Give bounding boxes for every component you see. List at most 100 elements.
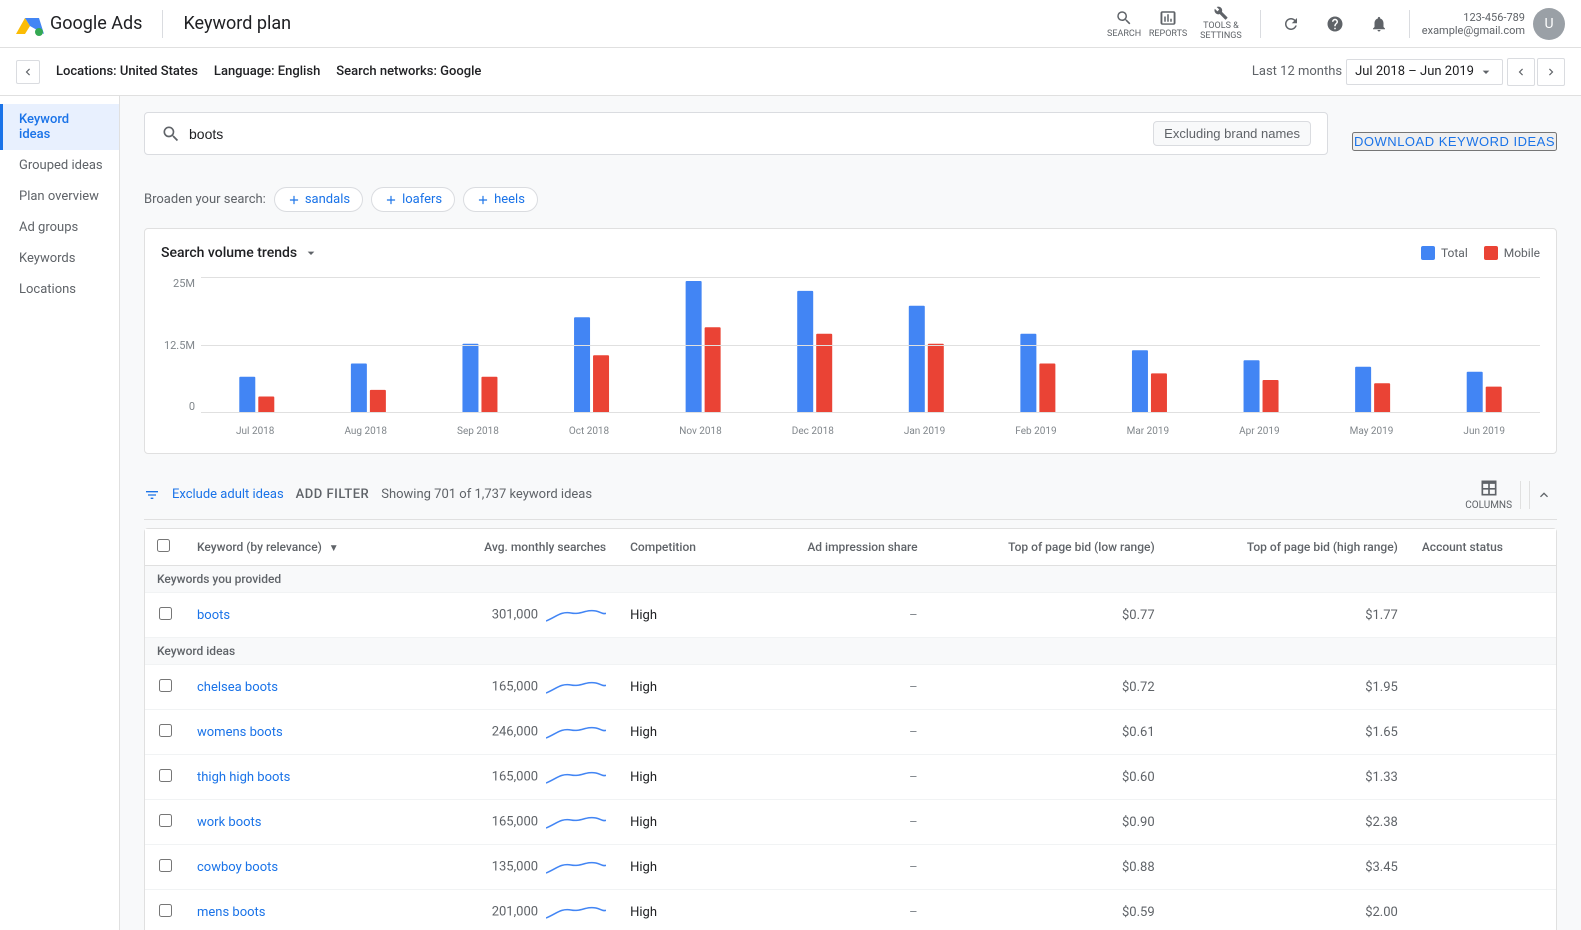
table-section-header: Keyword ideas — [145, 638, 1556, 665]
xaxis-label: May 2019 — [1350, 426, 1394, 437]
language-label: Language: — [214, 64, 275, 79]
brand-filter-button[interactable]: Excluding brand names — [1153, 121, 1311, 146]
low-bid-cell: $0.90 — [930, 800, 1167, 845]
sidebar: Keyword ideas Grouped ideas Plan overvie… — [0, 96, 120, 930]
grid-line-mid — [201, 345, 1540, 346]
broaden-heels-label: heels — [494, 192, 525, 207]
account-section[interactable]: 123-456-789 example@gmail.com U — [1422, 8, 1565, 40]
keyword-cell[interactable]: boots — [197, 608, 230, 623]
keyword-header[interactable]: Keyword (by relevance) ▼ — [185, 529, 415, 566]
searches-cell: 165,000 — [415, 665, 618, 710]
searches-cell: 135,000 — [415, 845, 618, 890]
refresh-button[interactable] — [1273, 6, 1309, 42]
row-checkbox[interactable] — [159, 769, 172, 782]
row-checkbox[interactable] — [159, 679, 172, 692]
table-header-row: Keyword (by relevance) ▼ Avg. monthly se… — [145, 529, 1556, 566]
impression-cell: – — [743, 800, 930, 845]
notifications-button[interactable] — [1361, 6, 1397, 42]
network-value: Google — [440, 64, 481, 79]
showing-count-text: Showing 701 of 1,737 keyword ideas — [381, 487, 592, 502]
row-checkbox[interactable] — [159, 724, 172, 737]
keyword-cell[interactable]: thigh high boots — [197, 770, 290, 785]
table-row: work boots165,000High–$0.90$2.38 — [145, 800, 1556, 845]
keyword-cell[interactable]: chelsea boots — [197, 680, 278, 695]
date-next-button[interactable] — [1537, 58, 1565, 86]
keyword-search-input[interactable] — [189, 126, 1153, 142]
sidebar-toggle-button[interactable] — [16, 60, 40, 84]
keyword-cell[interactable]: work boots — [197, 815, 262, 830]
chart-title-button[interactable]: Search volume trends — [161, 245, 319, 261]
search-icon — [161, 124, 181, 144]
reports-nav-button[interactable]: REPORTS — [1150, 6, 1186, 42]
keyword-cell[interactable]: womens boots — [197, 725, 283, 740]
chart-xaxis: Jul 2018Aug 2018Sep 2018Oct 2018Nov 2018… — [201, 426, 1540, 437]
table-body: Keywords you providedboots301,000High–$0… — [145, 566, 1556, 930]
sort-icon: ▼ — [329, 543, 339, 554]
yaxis-bottom: 0 — [189, 400, 195, 413]
select-all-header[interactable] — [145, 529, 185, 566]
filter-row: Exclude adult ideas ADD FILTER Showing 7… — [144, 470, 1557, 520]
chart-title-text: Search volume trends — [161, 245, 297, 261]
row-checkbox[interactable] — [159, 814, 172, 827]
date-range-button[interactable]: Jul 2018 – Jun 2019 — [1346, 59, 1503, 85]
high-bid-cell: $2.00 — [1167, 890, 1410, 930]
select-all-checkbox[interactable] — [157, 539, 170, 552]
high-bid-cell: $1.77 — [1167, 593, 1410, 638]
impression-cell: – — [743, 665, 930, 710]
chart-plot-area — [201, 277, 1540, 413]
keyword-cell[interactable]: cowboy boots — [197, 860, 278, 875]
impression-cell: – — [743, 593, 930, 638]
language-filter[interactable]: Language: English — [214, 64, 320, 79]
account-avatar[interactable]: U — [1533, 8, 1565, 40]
xaxis-label: Dec 2018 — [792, 426, 834, 437]
broaden-heels-tag[interactable]: heels — [463, 187, 538, 212]
table-section-header: Keywords you provided — [145, 566, 1556, 593]
account-status-header: Account status — [1410, 529, 1556, 566]
searches-cell: 201,000 — [415, 890, 618, 930]
date-label: Last 12 months — [1252, 64, 1342, 79]
account-number: 123-456-789 — [1422, 11, 1525, 24]
table-row: womens boots246,000High–$0.61$1.65 — [145, 710, 1556, 755]
xaxis-label: Sep 2018 — [457, 426, 499, 437]
xaxis-label: Apr 2019 — [1239, 426, 1280, 437]
sidebar-item-locations[interactable]: Locations — [0, 274, 119, 305]
columns-button[interactable]: COLUMNS — [1465, 478, 1512, 511]
sidebar-item-grouped-ideas[interactable]: Grouped ideas — [0, 150, 119, 181]
sidebar-item-plan-overview[interactable]: Plan overview — [0, 181, 119, 212]
add-filter-button[interactable]: ADD FILTER — [296, 487, 370, 502]
network-filter[interactable]: Search networks: Google — [336, 64, 481, 79]
account-status-cell — [1410, 800, 1556, 845]
low-bid-cell: $0.61 — [930, 710, 1167, 755]
date-prev-button[interactable] — [1507, 58, 1535, 86]
row-checkbox[interactable] — [159, 904, 172, 917]
exclude-adult-button[interactable]: Exclude adult ideas — [172, 487, 284, 502]
competition-cell: High — [618, 710, 743, 755]
broaden-loafers-tag[interactable]: loafers — [371, 187, 455, 212]
sidebar-item-keyword-ideas[interactable]: Keyword ideas — [0, 104, 119, 150]
keyword-cell[interactable]: mens boots — [197, 905, 266, 920]
topnav-divider — [162, 10, 163, 38]
account-status-cell — [1410, 755, 1556, 800]
logo[interactable]: Google Ads — [16, 10, 142, 38]
sidebar-item-keywords[interactable]: Keywords — [0, 243, 119, 274]
collapse-chart-button[interactable] — [1529, 481, 1557, 509]
row-checkbox[interactable] — [159, 859, 172, 872]
high-bid-cell: $3.45 — [1167, 845, 1410, 890]
search-nav-button[interactable]: SEARCH — [1106, 6, 1142, 42]
searchbar: Excluding brand names — [144, 112, 1328, 155]
high-bid-cell: $2.38 — [1167, 800, 1410, 845]
tools-nav-label: TOOLS &SETTINGS — [1200, 22, 1242, 42]
row-checkbox[interactable] — [159, 607, 172, 620]
tools-nav-button[interactable]: TOOLS &SETTINGS — [1194, 6, 1248, 42]
download-keywords-button[interactable]: DOWNLOAD KEYWORD IDEAS — [1352, 132, 1557, 151]
impression-cell: – — [743, 710, 930, 755]
sidebar-item-ad-groups[interactable]: Ad groups — [0, 212, 119, 243]
locations-filter[interactable]: Locations: United States — [56, 64, 198, 79]
main-layout: Keyword ideas Grouped ideas Plan overvie… — [0, 96, 1581, 930]
impression-cell: – — [743, 755, 930, 800]
broaden-sandals-tag[interactable]: sandals — [274, 187, 363, 212]
date-filter: Last 12 months Jul 2018 – Jun 2019 — [1252, 58, 1565, 86]
help-button[interactable] — [1317, 6, 1353, 42]
competition-cell: High — [618, 890, 743, 930]
language-value: English — [278, 64, 321, 79]
